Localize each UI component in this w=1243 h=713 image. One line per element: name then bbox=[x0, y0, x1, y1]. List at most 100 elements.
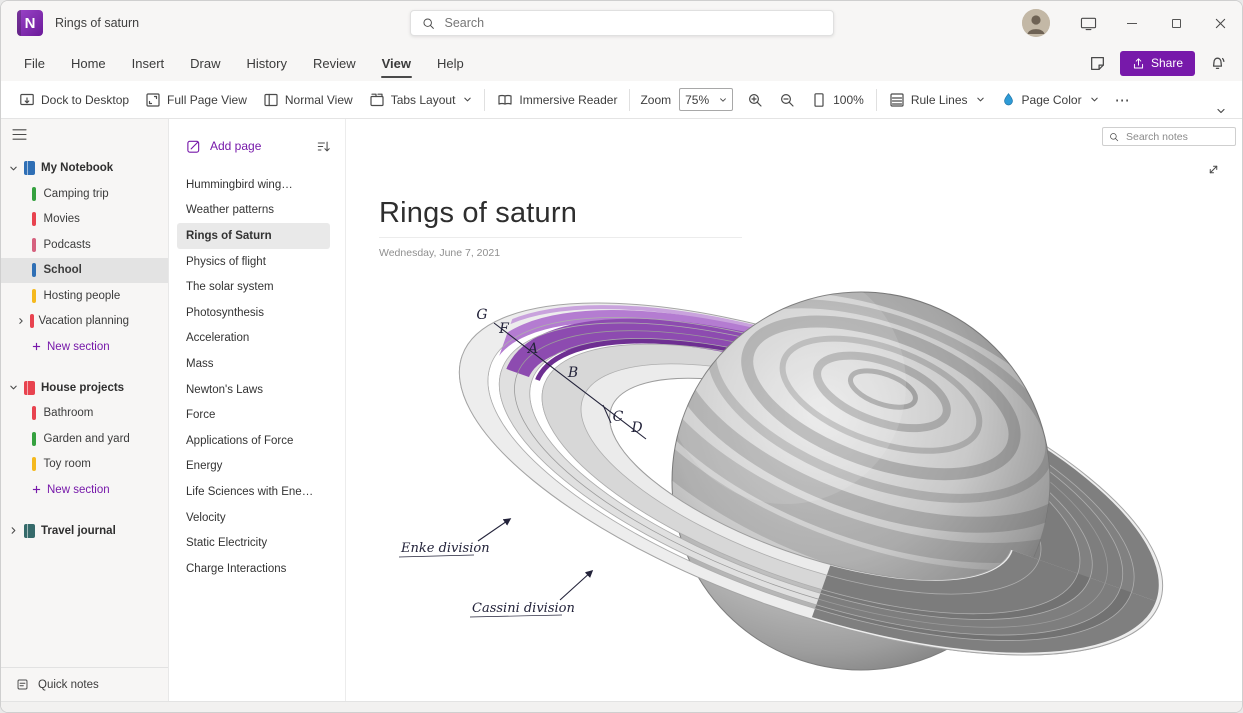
page-canvas[interactable]: Rings of saturn Wednesday, June 7, 2021 bbox=[346, 119, 1242, 701]
page-list-item[interactable]: Static Electricity bbox=[177, 530, 330, 556]
enke-arrow bbox=[477, 518, 512, 542]
more-ribbon-options-button[interactable]: ⋯ bbox=[1107, 85, 1139, 115]
page-list-item[interactable]: Velocity bbox=[177, 505, 330, 531]
navigation-toggle-button[interactable] bbox=[1, 119, 168, 149]
add-page-button[interactable]: Add page bbox=[186, 139, 261, 154]
page-list-item[interactable]: Newton's Laws bbox=[177, 377, 330, 403]
notebook-my-notebook[interactable]: My Notebook bbox=[1, 155, 168, 181]
section-color-bar bbox=[32, 237, 36, 252]
page-date: Wednesday, June 7, 2021 bbox=[379, 247, 501, 259]
tab-home[interactable]: Home bbox=[58, 45, 119, 81]
tabs-layout-button[interactable]: Tabs Layout bbox=[361, 85, 481, 115]
full-page-view-button[interactable]: Full Page View bbox=[137, 85, 255, 115]
sidebar-section-group-vacation-planning[interactable]: Vacation planning bbox=[1, 309, 168, 335]
onenote-window: N Rings of saturn Fil bbox=[0, 0, 1243, 713]
search-notes-box[interactable] bbox=[1102, 127, 1236, 146]
division-annotations: Enke division Cassini division bbox=[398, 518, 594, 618]
sidebar-section-garden-and-yard[interactable]: Garden and yard bbox=[1, 426, 168, 452]
quick-notes-button[interactable]: Quick notes bbox=[1, 667, 168, 701]
notebook-name: My Notebook bbox=[41, 162, 114, 174]
rule-lines-label: Rule Lines bbox=[910, 92, 968, 107]
zoom-in-icon bbox=[749, 93, 762, 107]
sidebar-section-hosting-people[interactable]: Hosting people bbox=[1, 283, 168, 309]
sidebar-section-toy-room[interactable]: Toy room bbox=[1, 452, 168, 478]
cassini-division-label: Cassini division bbox=[472, 601, 575, 616]
close-button[interactable] bbox=[1198, 1, 1242, 45]
section-label: Podcasts bbox=[43, 238, 91, 251]
planet-highlight bbox=[672, 292, 906, 504]
zoom-value-combobox[interactable]: 75% bbox=[679, 88, 734, 111]
notebook-travel-journal[interactable]: Travel journal bbox=[1, 518, 168, 544]
sidebar-section-movies[interactable]: Movies bbox=[1, 207, 168, 233]
new-section-button[interactable]: New section bbox=[1, 477, 168, 503]
cast-icon bbox=[1080, 17, 1096, 30]
page-list-item[interactable]: Photosynthesis bbox=[177, 300, 330, 326]
global-search-box[interactable] bbox=[409, 10, 834, 36]
page-list-item[interactable]: Acceleration bbox=[177, 326, 330, 352]
chevron-down-icon bbox=[464, 97, 472, 102]
share-label: Share bbox=[1150, 56, 1183, 70]
search-notes-input[interactable] bbox=[1124, 129, 1229, 144]
sidebar-section-school[interactable]: School bbox=[1, 257, 168, 283]
zoom-100-button[interactable]: 100% bbox=[803, 85, 872, 115]
chevron-down-icon bbox=[976, 97, 984, 102]
immersive-reader-button[interactable]: Immersive Reader bbox=[489, 85, 625, 115]
user-avatar[interactable] bbox=[1022, 9, 1050, 37]
present-to-display-button[interactable] bbox=[1066, 1, 1110, 45]
menu-bar: File Home Insert Draw History Review Vie… bbox=[1, 45, 1242, 81]
sidebar-section-camping-trip[interactable]: Camping trip bbox=[1, 181, 168, 207]
tab-review[interactable]: Review bbox=[300, 45, 369, 81]
plus-icon bbox=[32, 486, 41, 494]
page-title[interactable]: Rings of saturn bbox=[379, 197, 742, 230]
tab-history[interactable]: History bbox=[234, 45, 300, 81]
sticky-note-icon[interactable] bbox=[1089, 55, 1106, 72]
page-list-item[interactable]: Life Sciences with Ene… bbox=[177, 479, 330, 505]
new-section-button[interactable]: New section bbox=[1, 334, 168, 360]
sidebar-section-bathroom[interactable]: Bathroom bbox=[1, 401, 168, 427]
page-list-item[interactable]: Energy bbox=[177, 454, 330, 480]
chevron-down-icon bbox=[1090, 97, 1098, 102]
titlebar-right-controls bbox=[1022, 1, 1242, 45]
page-list-item[interactable]: Charge Interactions bbox=[177, 556, 330, 582]
page-list-item[interactable]: The solar system bbox=[177, 274, 330, 300]
chevron-right-icon bbox=[19, 318, 23, 325]
page-list-item[interactable]: Weather patterns bbox=[177, 198, 330, 224]
page-list-item[interactable]: Force bbox=[177, 402, 330, 428]
page-list-item[interactable]: Applications of Force bbox=[177, 428, 330, 454]
dock-to-desktop-label: Dock to Desktop bbox=[41, 92, 130, 107]
maximize-button[interactable] bbox=[1154, 1, 1198, 45]
zoom-in-button[interactable] bbox=[739, 85, 771, 115]
notebook-icon bbox=[24, 380, 35, 395]
section-label: Vacation planning bbox=[38, 315, 130, 328]
page-list-item-selected[interactable]: Rings of Saturn bbox=[177, 223, 330, 249]
share-button[interactable]: Share bbox=[1119, 50, 1195, 76]
section-color-bar bbox=[30, 314, 34, 329]
tab-file[interactable]: File bbox=[11, 45, 58, 81]
ring-label-a: A bbox=[526, 341, 538, 357]
tab-insert[interactable]: Insert bbox=[119, 45, 178, 81]
rule-lines-button[interactable]: Rule Lines bbox=[881, 85, 993, 115]
page-list-item[interactable]: Physics of flight bbox=[177, 249, 330, 275]
whats-new-bell-icon[interactable] bbox=[1209, 55, 1226, 72]
tab-draw[interactable]: Draw bbox=[177, 45, 233, 81]
chevron-down-icon bbox=[720, 97, 727, 102]
sort-pages-button[interactable] bbox=[317, 140, 331, 153]
tab-help[interactable]: Help bbox=[424, 45, 477, 81]
page-list-item[interactable]: Mass bbox=[177, 351, 330, 377]
ribbon-separator bbox=[484, 88, 486, 111]
sidebar-section-podcasts[interactable]: Podcasts bbox=[1, 232, 168, 258]
minimize-button[interactable] bbox=[1110, 1, 1154, 45]
global-search-input[interactable] bbox=[442, 15, 822, 31]
notebook-house-projects[interactable]: House projects bbox=[1, 375, 168, 401]
dock-to-desktop-button[interactable]: Dock to Desktop bbox=[11, 85, 137, 115]
avatar-person-icon bbox=[1022, 9, 1050, 37]
page-list-item[interactable]: Hummingbird wing… bbox=[177, 172, 330, 198]
normal-view-button[interactable]: Normal View bbox=[255, 85, 361, 115]
zoom-out-button[interactable] bbox=[771, 85, 803, 115]
chevron-down-icon bbox=[10, 166, 17, 170]
horizontal-scrollbar-track[interactable] bbox=[1, 701, 1242, 712]
page-color-button[interactable]: Page Color bbox=[993, 85, 1107, 115]
tab-view[interactable]: View bbox=[369, 45, 424, 81]
collapse-ribbon-button[interactable] bbox=[1210, 106, 1232, 116]
expand-page-button[interactable] bbox=[1207, 163, 1220, 176]
